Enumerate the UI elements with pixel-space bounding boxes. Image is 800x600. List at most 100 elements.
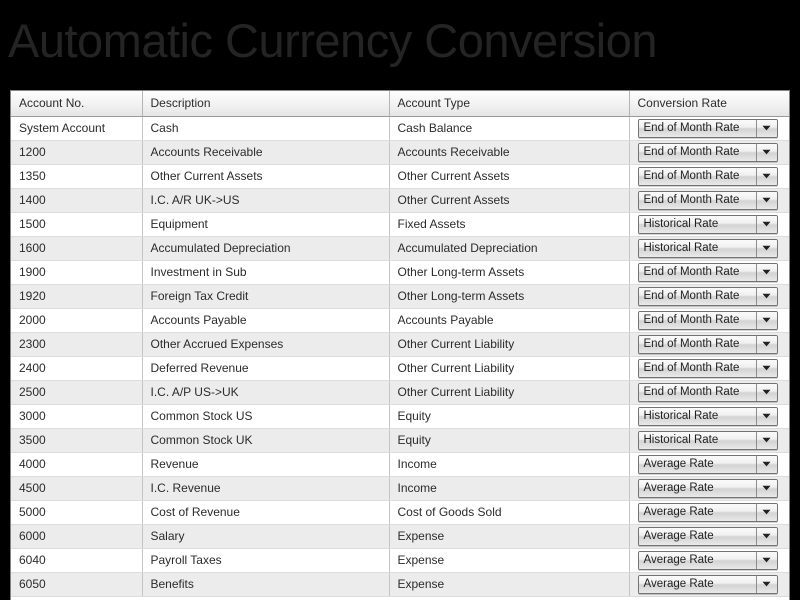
table-row[interactable]: 4000 Revenue Income Average Rate [11, 452, 789, 477]
conversion-rate-select[interactable]: Historical Rate [637, 406, 778, 426]
conversion-rate-value: End of Month Rate [638, 287, 757, 305]
conversion-rate-value: End of Month Rate [638, 191, 757, 209]
conversion-rate-select[interactable]: Average Rate [637, 574, 778, 594]
conversion-rate-value: Average Rate [638, 575, 757, 593]
cell-description: Common Stock UK [142, 428, 390, 453]
cell-account-type: Other Long-term Assets [389, 260, 630, 285]
table-row[interactable]: 1400 I.C. A/R UK->US Other Current Assets E… [11, 188, 789, 213]
cell-description: Payroll Taxes [142, 548, 390, 573]
chevron-down-icon[interactable] [756, 431, 777, 449]
table-row[interactable]: 1200 Accounts Receivable Accounts Receivab… [11, 140, 789, 165]
chevron-down-icon[interactable] [756, 455, 777, 473]
cell-account-type: Other Current Assets [389, 164, 630, 189]
conversion-rate-value: End of Month Rate [638, 263, 757, 281]
cell-account-no: 6000 [11, 524, 143, 549]
cell-account-type: Income [389, 452, 630, 477]
conversion-rate-select[interactable]: Average Rate [637, 454, 778, 474]
column-header-account-type[interactable]: Account Type [389, 91, 630, 117]
cell-account-no: 2300 [11, 332, 143, 357]
chevron-down-icon[interactable] [756, 575, 777, 593]
conversion-rate-select[interactable]: Average Rate [637, 526, 778, 546]
conversion-rate-select[interactable]: Average Rate [637, 478, 778, 498]
chevron-down-icon[interactable] [756, 191, 777, 209]
chevron-down-icon[interactable] [756, 263, 777, 281]
cell-account-type: Cost of Goods Sold [389, 500, 630, 525]
cell-account-no: 1920 [11, 284, 143, 309]
column-header-account-no[interactable]: Account No. [11, 91, 143, 117]
conversion-rate-select[interactable]: End of Month Rate [637, 334, 778, 354]
accounts-grid-container: Account No. Description Account Type Con… [10, 90, 790, 600]
table-row[interactable]: 6050 Benefits Expense Average Rate [11, 572, 789, 597]
conversion-rate-value: End of Month Rate [638, 311, 757, 329]
table-row[interactable]: 1500 Equipment Fixed Assets Historical Rate [11, 212, 789, 237]
chevron-down-icon[interactable] [756, 383, 777, 401]
chevron-down-icon[interactable] [756, 479, 777, 497]
table-row[interactable]: 2300 Other Accrued Expenses Other Current … [11, 332, 789, 357]
chevron-down-icon[interactable] [756, 215, 777, 233]
table-row[interactable]: 1350 Other Current Assets Other Current As… [11, 164, 789, 189]
conversion-rate-select[interactable]: End of Month Rate [637, 358, 778, 378]
conversion-rate-value: Average Rate [638, 503, 757, 521]
conversion-rate-value: End of Month Rate [638, 119, 757, 137]
cell-description: Other Accrued Expenses [142, 332, 390, 357]
table-row[interactable]: System Account Cash Cash Balance End of Mon… [11, 116, 789, 141]
chevron-down-icon[interactable] [756, 287, 777, 305]
table-row[interactable]: 2000 Accounts Payable Accounts Payable End … [11, 308, 789, 333]
cell-description: Cash [142, 116, 390, 141]
table-row[interactable]: 1920 Foreign Tax Credit Other Long-term As… [11, 284, 789, 309]
page-root: Automatic Currency Conversion Account No… [0, 0, 800, 600]
chevron-down-icon[interactable] [756, 407, 777, 425]
cell-conversion-rate: Average Rate [629, 548, 789, 573]
conversion-rate-select[interactable]: Average Rate [637, 502, 778, 522]
chevron-down-icon[interactable] [756, 551, 777, 569]
chevron-down-icon[interactable] [756, 503, 777, 521]
chevron-down-icon[interactable] [756, 527, 777, 545]
chevron-down-icon[interactable] [756, 167, 777, 185]
cell-account-type: Other Long-term Assets [389, 284, 630, 309]
chevron-down-icon[interactable] [756, 335, 777, 353]
cell-account-type: Expense [389, 524, 630, 549]
conversion-rate-select[interactable]: End of Month Rate [637, 166, 778, 186]
conversion-rate-select[interactable]: End of Month Rate [637, 190, 778, 210]
accounts-table: Account No. Description Account Type Con… [11, 91, 789, 597]
chevron-down-icon[interactable] [756, 359, 777, 377]
column-header-conversion-rate[interactable]: Conversion Rate [629, 91, 789, 117]
table-row[interactable]: 1900 Investment in Sub Other Long-term Ass… [11, 260, 789, 285]
cell-conversion-rate: Average Rate [629, 572, 789, 597]
conversion-rate-select[interactable]: End of Month Rate [637, 382, 778, 402]
conversion-rate-select[interactable]: Historical Rate [637, 214, 778, 234]
cell-conversion-rate: End of Month Rate [629, 116, 789, 141]
table-row[interactable]: 6040 Payroll Taxes Expense Average Rate [11, 548, 789, 573]
cell-account-no: 6050 [11, 572, 143, 597]
conversion-rate-select[interactable]: Historical Rate [637, 430, 778, 450]
table-row[interactable]: 1600 Accumulated Depreciation Accumulated … [11, 236, 789, 261]
table-row[interactable]: 3500 Common Stock UK Equity Historical Rate [11, 428, 789, 453]
conversion-rate-select[interactable]: Historical Rate [637, 238, 778, 258]
cell-description: Equipment [142, 212, 390, 237]
column-header-description[interactable]: Description [142, 91, 390, 117]
cell-account-no: 3000 [11, 404, 143, 429]
conversion-rate-select[interactable]: End of Month Rate [637, 262, 778, 282]
table-row[interactable]: 3000 Common Stock US Equity Historical Rate [11, 404, 789, 429]
conversion-rate-select[interactable]: End of Month Rate [637, 286, 778, 306]
cell-description: Benefits [142, 572, 390, 597]
cell-account-type: Accounts Payable [389, 308, 630, 333]
cell-conversion-rate: Historical Rate [629, 212, 789, 237]
table-row[interactable]: 6000 Salary Expense Average Rate [11, 524, 789, 549]
chevron-down-icon[interactable] [756, 311, 777, 329]
chevron-down-icon[interactable] [756, 143, 777, 161]
conversion-rate-select[interactable]: End of Month Rate [637, 142, 778, 162]
table-row[interactable]: 5000 Cost of Revenue Cost of Goods Sold Ave… [11, 500, 789, 525]
conversion-rate-select[interactable]: End of Month Rate [637, 118, 778, 138]
cell-account-type: Accounts Receivable [389, 140, 630, 165]
chevron-down-icon[interactable] [756, 239, 777, 257]
conversion-rate-select[interactable]: Average Rate [637, 550, 778, 570]
table-row[interactable]: 2400 Deferred Revenue Other Current Liabil… [11, 356, 789, 381]
cell-description: Accounts Receivable [142, 140, 390, 165]
conversion-rate-select[interactable]: End of Month Rate [637, 310, 778, 330]
cell-description: Accounts Payable [142, 308, 390, 333]
table-row[interactable]: 2500 I.C. A/P US->UK Other Current Liabili… [11, 380, 789, 405]
cell-account-no: 1350 [11, 164, 143, 189]
chevron-down-icon[interactable] [756, 119, 777, 137]
table-row[interactable]: 4500 I.C. Revenue Income Average Rate [11, 476, 789, 501]
